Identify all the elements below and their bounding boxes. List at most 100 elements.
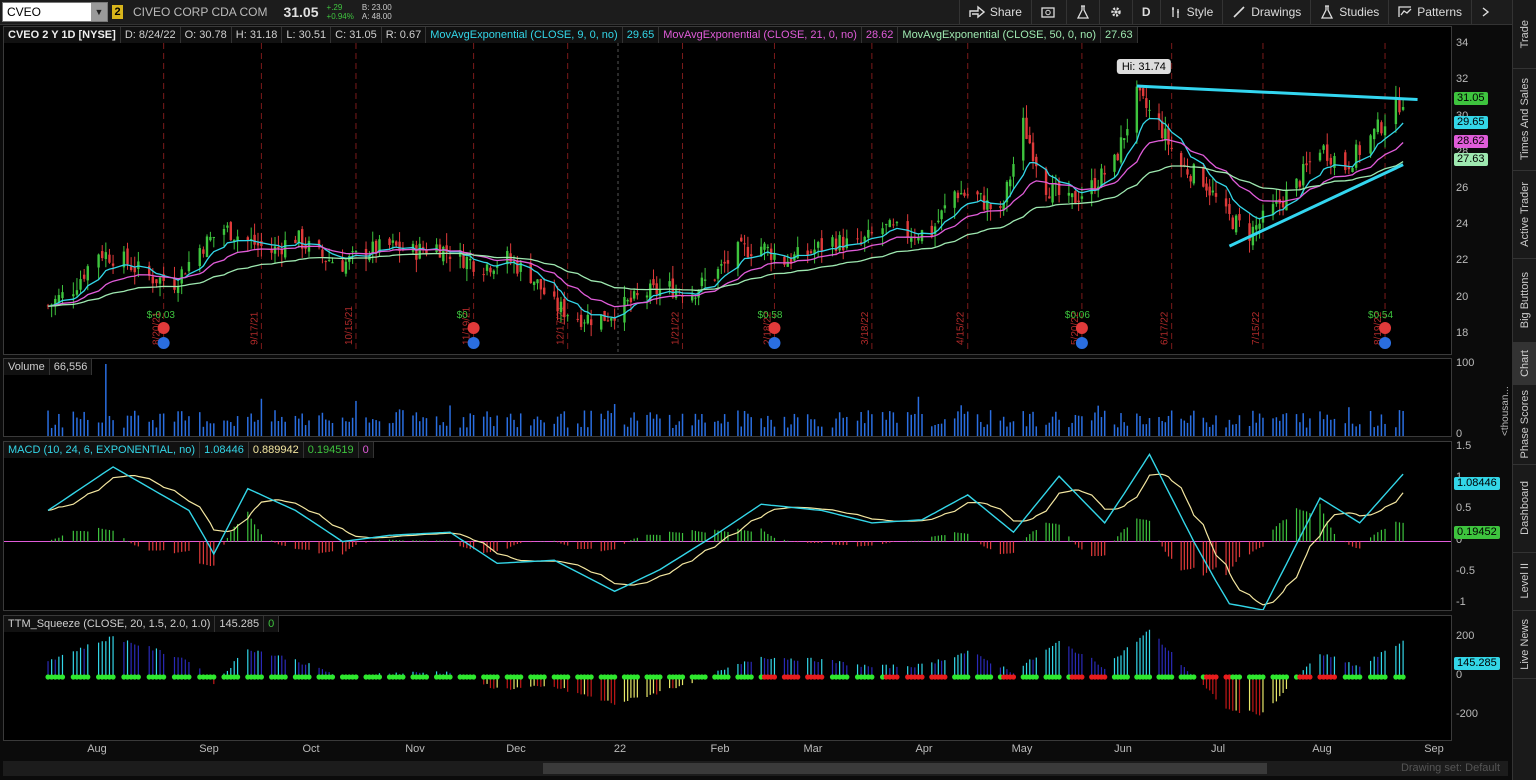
volume-chart[interactable] <box>4 359 1451 436</box>
snapshot-button[interactable] <box>1030 0 1066 24</box>
sidebar-tab-level-ii[interactable]: Level II <box>1513 552 1536 611</box>
candle-body <box>1028 135 1031 144</box>
squeeze-dot <box>894 674 900 680</box>
change-pct: +0.94% <box>326 12 354 21</box>
sidebar-tab-label: Trade <box>1519 19 1531 49</box>
symbol-dropdown-icon[interactable]: ▼ <box>91 3 107 21</box>
squeeze-dot <box>1010 674 1017 680</box>
collapse-button[interactable] <box>1471 0 1500 24</box>
period-button[interactable]: D <box>1131 0 1160 24</box>
squeeze-dot <box>135 674 141 680</box>
candle-body <box>842 236 845 251</box>
candle-body <box>566 315 569 317</box>
candle-body <box>448 256 452 259</box>
candle-body <box>1224 198 1228 207</box>
flask-icon <box>1321 5 1334 19</box>
sidebar-tab-big-buttons[interactable]: Big Buttons <box>1513 258 1536 343</box>
candle-body <box>270 249 273 253</box>
sidebar-tab-chart[interactable]: Chart <box>1513 342 1536 385</box>
symbol-input[interactable]: CVEO ▼ <box>2 2 108 22</box>
squeeze-dot <box>329 674 336 680</box>
candle-body <box>187 261 191 272</box>
scroll-thumb[interactable] <box>543 763 1267 774</box>
candle-body <box>297 230 300 243</box>
legend-close: C: 31.05 <box>331 27 382 43</box>
candle-body <box>636 293 639 296</box>
candle-body <box>716 269 720 279</box>
x-tick-label: Feb <box>710 743 730 755</box>
sidebar-tab-times-and-sales[interactable]: Times And Sales <box>1513 68 1536 171</box>
ema50-value: 27.63 <box>1101 27 1138 43</box>
style-button[interactable]: Style <box>1159 0 1223 24</box>
price-panel[interactable]: CVEO 2 Y 1D [NYSE] D: 8/24/22 O: 30.78 H… <box>3 26 1452 355</box>
candle-body <box>1234 215 1238 233</box>
squeeze-dot <box>1056 674 1062 680</box>
event-date-label: 10/15/21 <box>344 306 355 345</box>
macd-diff-tag: 0.19452 <box>1454 526 1500 539</box>
macd-tick-label: 1.5 <box>1456 440 1472 453</box>
x-tick-label: Jul <box>1210 743 1226 755</box>
candle-body <box>1025 117 1028 139</box>
candle-body <box>766 246 770 249</box>
candle-body <box>1305 163 1308 166</box>
ema9-line <box>47 117 1404 319</box>
volume-panel[interactable]: Volume 66,556 <box>3 358 1452 437</box>
top-toolbar: CVEO ▼ 2 CIVEO CORP CDA COM 31.05 +.29 +… <box>0 0 1512 25</box>
squeeze-dot <box>679 674 686 680</box>
candle-body <box>327 259 331 261</box>
sidebar-tab-phase-scores[interactable]: Phase Scores <box>1513 384 1536 465</box>
candle-body <box>606 320 610 322</box>
squeeze-dot <box>400 674 406 680</box>
candle-body <box>1318 152 1322 161</box>
settings-button[interactable] <box>1098 0 1132 24</box>
x-axis[interactable]: Aug Sep Oct Nov Dec 22 Feb Mar Apr May Jun Jul Aug Se… <box>3 741 1452 759</box>
candle-body <box>1255 225 1258 230</box>
candle-body <box>694 297 697 299</box>
studies-button[interactable]: Studies <box>1310 0 1388 24</box>
sidebar-tab-active-trader[interactable]: Active Trader <box>1513 170 1536 259</box>
candle-body <box>277 246 280 248</box>
candle-body <box>1103 172 1106 175</box>
share-button[interactable]: Share <box>958 0 1031 24</box>
ttm-chart[interactable] <box>4 616 1451 740</box>
candle-body <box>79 279 82 290</box>
candle-body <box>1119 137 1123 163</box>
ttm-panel[interactable]: TTM_Squeeze (CLOSE, 20, 1.5, 2.0, 1.0) 1… <box>3 615 1452 741</box>
macd-v3: 0.194519 <box>303 442 359 458</box>
macd-panel[interactable]: MACD (10, 24, 6, EXPONENTIAL, no) 1.0844… <box>3 441 1452 611</box>
macd-v4: 0 <box>358 442 374 458</box>
drawing-set-label[interactable]: Drawing set: Default <box>1401 762 1500 774</box>
ttm-v2: 0 <box>264 616 280 632</box>
sidebar-tab-dashboard[interactable]: Dashboard <box>1513 464 1536 553</box>
candle-body <box>1333 156 1336 168</box>
chart-scrollbar[interactable]: Drawing set: Default <box>3 761 1508 776</box>
dividend-label: $0.54 <box>1368 310 1393 321</box>
squeeze-dot <box>85 674 91 680</box>
sidebar-tab-label: Big Buttons <box>1519 271 1531 329</box>
candle-body <box>600 315 603 330</box>
dividend-icon <box>768 337 781 349</box>
ema50-legend: MovAvgExponential (CLOSE, 50, 0, no) <box>898 27 1102 43</box>
squeeze-dot <box>1236 674 1243 680</box>
drawings-button[interactable]: Drawings <box>1222 0 1310 24</box>
ema21-line <box>47 138 1404 308</box>
squeeze-dot <box>1146 674 1153 680</box>
dividend-label: $0.58 <box>757 310 782 321</box>
candle-body <box>610 318 613 321</box>
sidebar-tab-live-news[interactable]: Live News <box>1513 610 1536 679</box>
candle-body <box>1074 191 1077 204</box>
candle-body <box>418 243 421 259</box>
event-date-label: 9/17/21 <box>249 311 260 345</box>
macd-chart[interactable] <box>4 442 1451 610</box>
flask-button[interactable] <box>1065 0 1099 24</box>
candle-body <box>137 261 140 269</box>
candle-body <box>586 314 590 324</box>
x-tick-label: Sep <box>1424 743 1444 755</box>
candle-body <box>246 237 249 241</box>
link-badge[interactable]: 2 <box>112 5 123 19</box>
x-tick-label: Dec <box>506 743 526 755</box>
patterns-button[interactable]: Patterns <box>1388 0 1471 24</box>
sidebar-tab-trade[interactable]: Trade <box>1513 0 1536 69</box>
legend-date: D: 8/24/22 <box>120 27 181 43</box>
price-chart[interactable]: 8/20/21 9/17/21 10/15/21 11/19/21 12/17/21 1/… <box>4 27 1451 354</box>
